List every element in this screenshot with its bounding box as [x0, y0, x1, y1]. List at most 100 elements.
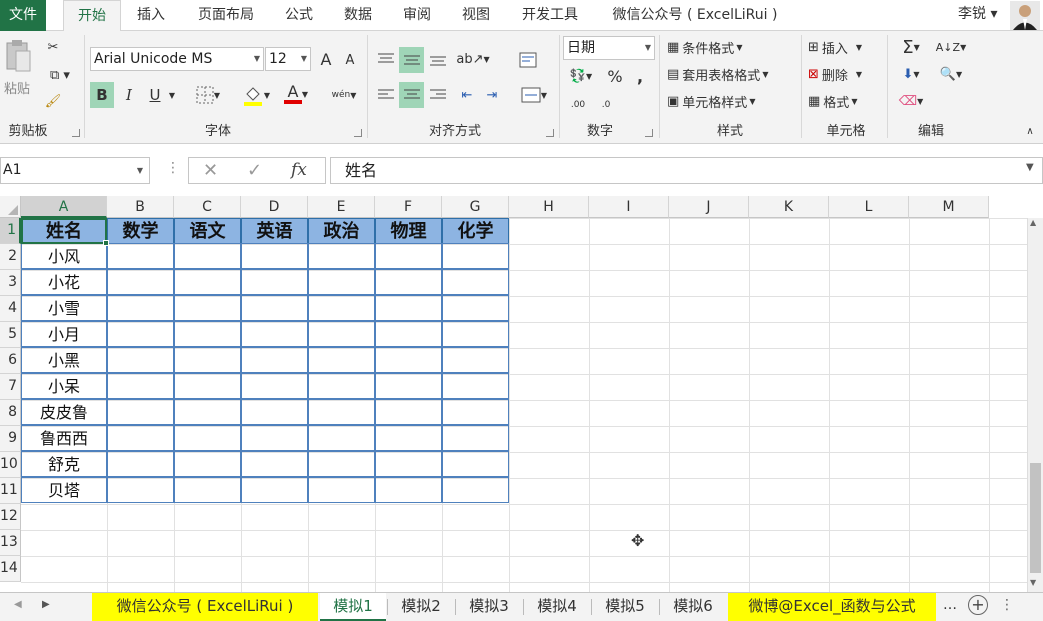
tab-home[interactable]: 开始 — [63, 0, 121, 32]
tab-formulas[interactable]: 公式 — [276, 0, 322, 31]
name-cell[interactable]: 小花 — [21, 269, 107, 295]
align-left-icon[interactable] — [374, 82, 398, 108]
score-cell[interactable] — [241, 373, 308, 399]
score-cell[interactable] — [241, 477, 308, 503]
paste-button[interactable]: 粘贴 — [0, 78, 34, 97]
prev-sheet-icon[interactable]: ◀ — [14, 599, 22, 610]
score-cell[interactable] — [375, 321, 442, 347]
underline-button[interactable]: U — [144, 82, 166, 108]
increase-indent-icon[interactable]: ⇥ — [480, 82, 504, 108]
score-cell[interactable] — [174, 477, 241, 503]
score-cell[interactable] — [241, 269, 308, 295]
score-cell[interactable] — [241, 243, 308, 269]
score-cell[interactable] — [308, 399, 375, 425]
score-cell[interactable] — [375, 399, 442, 425]
score-cell[interactable] — [375, 373, 442, 399]
score-cell[interactable] — [107, 373, 174, 399]
fill-color-icon[interactable]: ▼ — [238, 82, 274, 108]
score-cell[interactable] — [442, 425, 509, 451]
score-cell[interactable] — [107, 321, 174, 347]
decrease-decimal-button[interactable]: .0 — [594, 93, 618, 117]
percent-button[interactable]: % — [604, 65, 626, 87]
score-cell[interactable] — [442, 243, 509, 269]
score-cell[interactable] — [107, 295, 174, 321]
score-cell[interactable] — [174, 451, 241, 477]
row-header-5[interactable]: 5 — [0, 322, 21, 348]
collapse-ribbon-icon[interactable]: ∧ — [1022, 123, 1038, 139]
number-launcher-icon[interactable] — [645, 129, 653, 137]
tab-file[interactable]: 文件 — [0, 0, 46, 31]
scroll-down-icon[interactable]: ▼ — [1030, 578, 1036, 587]
scroll-up-icon[interactable]: ▲ — [1030, 218, 1036, 227]
align-top-icon[interactable] — [374, 47, 398, 71]
score-cell[interactable] — [174, 347, 241, 373]
tab-page-layout[interactable]: 页面布局 — [186, 0, 266, 31]
column-header-f[interactable]: F — [375, 196, 442, 218]
score-cell[interactable] — [174, 425, 241, 451]
sheet-tab-sim5[interactable]: 模拟5 — [592, 593, 658, 621]
score-cell[interactable] — [308, 347, 375, 373]
copy-icon[interactable]: ⧉ ▾ — [42, 65, 78, 85]
row-header-14[interactable]: 14 — [0, 556, 21, 582]
font-size-combo[interactable]: 12 ▼ — [265, 47, 311, 71]
score-cell[interactable] — [174, 321, 241, 347]
worksheet-grid[interactable]: A B C D E F G H I J K L M 1 2 3 4 5 6 7 8 9 10 11 12 13 14 姓名 数学 语文 英语… — [0, 196, 1027, 592]
row-header-6[interactable]: 6 — [0, 348, 21, 374]
score-cell[interactable] — [241, 425, 308, 451]
score-cell[interactable] — [174, 373, 241, 399]
name-cell[interactable]: 贝塔 — [21, 477, 107, 503]
score-cell[interactable] — [442, 321, 509, 347]
sheet-tab-sim2[interactable]: 模拟2 — [388, 593, 454, 621]
row-header-2[interactable]: 2 — [0, 244, 21, 270]
score-cell[interactable] — [308, 373, 375, 399]
orientation-icon[interactable]: ab↗ ▼ — [456, 47, 490, 71]
score-cell[interactable] — [107, 347, 174, 373]
insert-cells-button[interactable]: ⊞ 插入 ▼ — [808, 36, 882, 58]
row-header-12[interactable]: 12 — [0, 504, 21, 530]
insert-function-icon[interactable]: fx — [291, 160, 307, 180]
merge-center-icon[interactable]: ▼ — [514, 82, 554, 108]
name-cell[interactable]: 小黑 — [21, 347, 107, 373]
score-cell[interactable] — [107, 243, 174, 269]
score-cell[interactable] — [174, 295, 241, 321]
cancel-icon[interactable]: ✕ — [203, 160, 218, 181]
score-cell[interactable] — [174, 399, 241, 425]
score-cell[interactable] — [107, 425, 174, 451]
score-cell[interactable] — [174, 243, 241, 269]
column-header-a[interactable]: A — [21, 196, 107, 218]
row-header-9[interactable]: 9 — [0, 426, 21, 452]
alignment-launcher-icon[interactable] — [546, 129, 554, 137]
fill-icon[interactable]: ⬇ ▼ — [893, 63, 929, 85]
format-cells-button[interactable]: ▦ 格式 ▼ — [808, 90, 882, 112]
format-as-table-button[interactable]: ▤ 套用表格格式 ▼ — [667, 63, 793, 85]
sheet-tab-wechat[interactable]: 微信公众号 ( ExcelLiRui ) — [92, 593, 318, 621]
sheet-tab-sim4[interactable]: 模拟4 — [524, 593, 590, 621]
avatar[interactable] — [1010, 1, 1040, 30]
column-header-h[interactable]: H — [509, 196, 589, 218]
next-sheet-icon[interactable]: ▶ — [42, 599, 50, 610]
user-name[interactable]: 李锐 ▾ — [958, 0, 997, 31]
score-cell[interactable] — [375, 477, 442, 503]
score-cell[interactable] — [107, 269, 174, 295]
tab-data[interactable]: 数据 — [333, 0, 383, 31]
find-select-icon[interactable]: 🔍 ▼ — [933, 63, 969, 85]
increase-decimal-button[interactable]: .00 — [566, 93, 590, 117]
shrink-font-button[interactable]: A — [340, 49, 360, 71]
wrap-text-icon[interactable] — [516, 47, 540, 73]
score-cell[interactable] — [241, 399, 308, 425]
score-cell[interactable] — [174, 269, 241, 295]
expand-formula-icon[interactable]: ▼ — [1026, 162, 1034, 173]
score-cell[interactable] — [241, 321, 308, 347]
score-cell[interactable] — [308, 477, 375, 503]
currency-icon[interactable]: 💱 ▼ — [563, 65, 599, 87]
row-header-7[interactable]: 7 — [0, 374, 21, 400]
borders-icon[interactable]: ▼ — [192, 82, 224, 108]
score-cell[interactable] — [375, 243, 442, 269]
score-cell[interactable] — [442, 295, 509, 321]
score-cell[interactable] — [308, 295, 375, 321]
column-header-m[interactable]: M — [909, 196, 989, 218]
number-format-combo[interactable]: 日期 ▼ — [563, 36, 655, 60]
phonetic-guide-icon[interactable]: wén ▼ — [326, 82, 362, 108]
table-header-cell[interactable]: 化学 — [442, 218, 509, 244]
italic-button[interactable]: I — [118, 82, 140, 108]
